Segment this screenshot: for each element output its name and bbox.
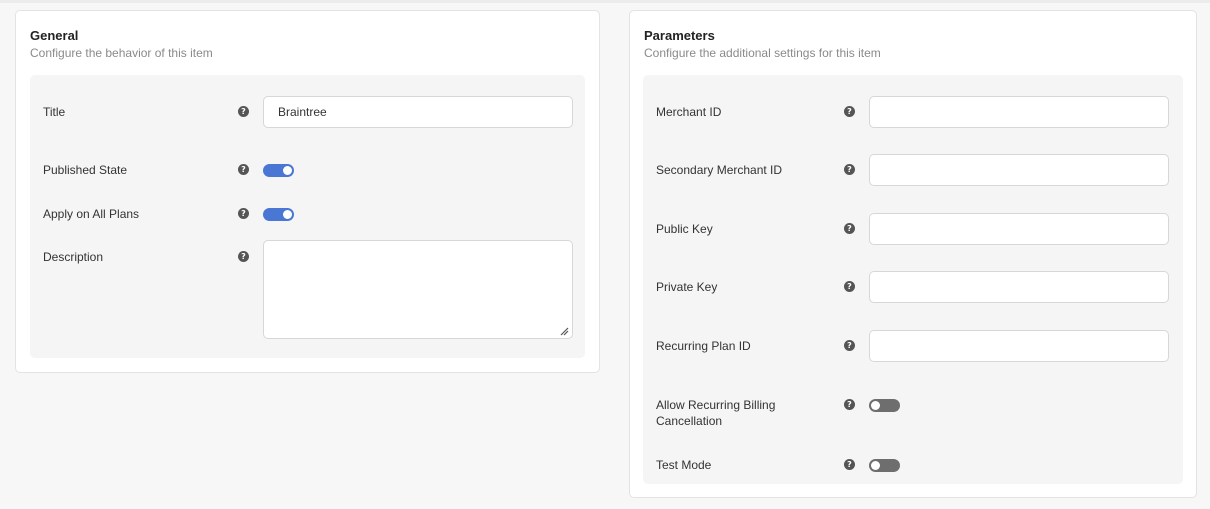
- parameters-panel: Parameters Configure the additional sett…: [629, 10, 1197, 498]
- merchant-id-label: Merchant ID: [656, 105, 722, 119]
- recurring-plan-id-input[interactable]: [869, 330, 1169, 362]
- allow-cancel-label-line2: Cancellation: [656, 414, 723, 428]
- description-label: Description: [43, 250, 104, 264]
- question-circle-icon[interactable]: ?: [844, 223, 855, 234]
- question-circle-icon[interactable]: ?: [844, 281, 855, 292]
- allow-cancel-label-line1: Allow Recurring Billing: [656, 398, 776, 412]
- general-subtitle: Configure the behavior of this item: [30, 46, 213, 60]
- resize-handle-icon[interactable]: [559, 326, 569, 336]
- question-circle-icon[interactable]: ?: [844, 106, 855, 117]
- question-circle-icon[interactable]: ?: [238, 208, 249, 219]
- general-panel: General Configure the behavior of this i…: [15, 10, 600, 373]
- secondary-merchant-id-input[interactable]: [869, 154, 1169, 186]
- merchant-id-input[interactable]: [869, 96, 1169, 128]
- parameters-title: Parameters: [644, 28, 715, 43]
- description-textarea[interactable]: [263, 240, 573, 339]
- title-label: Title: [43, 105, 66, 119]
- question-circle-icon[interactable]: ?: [238, 164, 249, 175]
- parameters-body: Merchant ID ? Secondary Merchant ID ? Pu…: [643, 75, 1183, 484]
- published-state-toggle[interactable]: [263, 164, 294, 177]
- public-key-input[interactable]: [869, 213, 1169, 245]
- toggle-knob: [283, 166, 292, 175]
- title-input[interactable]: [263, 96, 573, 128]
- toggle-knob: [871, 461, 880, 470]
- apply-all-plans-label: Apply on All Plans: [43, 207, 140, 221]
- recurring-plan-id-label: Recurring Plan ID: [656, 339, 751, 353]
- secondary-merchant-id-label: Secondary Merchant ID: [656, 163, 783, 177]
- public-key-label: Public Key: [656, 222, 713, 236]
- apply-all-plans-toggle[interactable]: [263, 208, 294, 221]
- published-state-label: Published State: [43, 163, 128, 177]
- general-body: Title ? Published State ? Apply on All P…: [30, 75, 585, 358]
- parameters-subtitle: Configure the additional settings for th…: [644, 46, 881, 60]
- allow-cancel-label: Allow Recurring Billing Cancellation: [656, 397, 775, 429]
- test-mode-label: Test Mode: [656, 458, 712, 472]
- toggle-knob: [283, 210, 292, 219]
- question-circle-icon[interactable]: ?: [844, 399, 855, 410]
- toggle-knob: [871, 401, 880, 410]
- test-mode-toggle[interactable]: [869, 459, 900, 472]
- question-circle-icon[interactable]: ?: [844, 164, 855, 175]
- question-circle-icon[interactable]: ?: [844, 459, 855, 470]
- top-divider: [0, 0, 1210, 3]
- question-circle-icon[interactable]: ?: [238, 251, 249, 262]
- question-circle-icon[interactable]: ?: [238, 106, 249, 117]
- allow-cancel-toggle[interactable]: [869, 399, 900, 412]
- private-key-input[interactable]: [869, 271, 1169, 303]
- question-circle-icon[interactable]: ?: [844, 340, 855, 351]
- private-key-label: Private Key: [656, 280, 718, 294]
- general-title: General: [30, 28, 79, 43]
